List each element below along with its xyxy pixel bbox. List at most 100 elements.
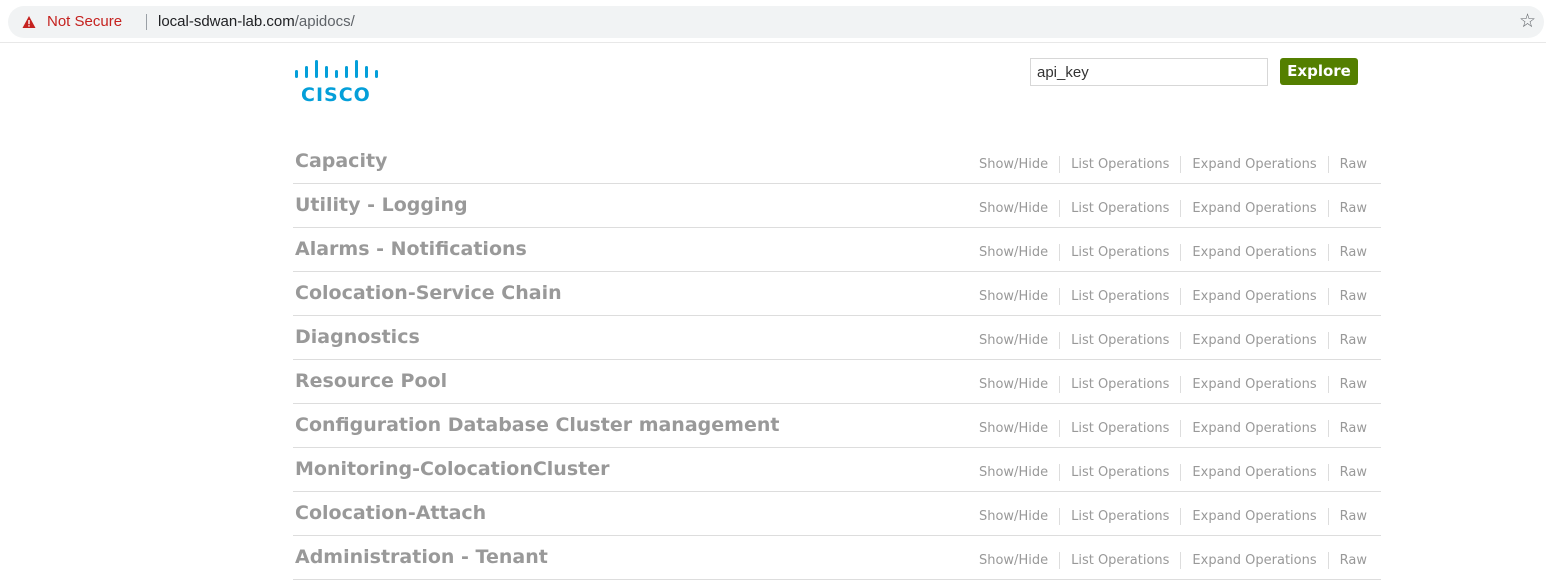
show-hide-link[interactable]: Show/Hide <box>979 157 1048 173</box>
resource-operations: Show/Hide List Operations Expand Operation… <box>979 156 1367 173</box>
resource-operations: Show/Hide List Operations Expand Operation… <box>979 200 1367 217</box>
operation-separator <box>1059 420 1061 437</box>
expand-operations-link[interactable]: Expand Operations <box>1192 289 1316 305</box>
resource-operations: Show/Hide List Operations Expand Operation… <box>979 552 1367 569</box>
operation-separator <box>1327 200 1329 217</box>
list-operations-link[interactable]: List Operations <box>1071 245 1169 261</box>
expand-operations-link[interactable]: Expand Operations <box>1192 509 1316 525</box>
show-hide-link[interactable]: Show/Hide <box>979 421 1048 437</box>
show-hide-link[interactable]: Show/Hide <box>979 509 1048 525</box>
expand-operations-link[interactable]: Expand Operations <box>1192 201 1316 217</box>
toolbar-divider <box>0 42 1546 43</box>
resource-row: Capacity Show/Hide List Operations Expand O… <box>293 140 1381 184</box>
list-operations-link[interactable]: List Operations <box>1071 465 1169 481</box>
operation-separator <box>1059 552 1061 569</box>
bookmark-star-icon[interactable]: ☆ <box>1519 12 1536 32</box>
resource-row: Administration - Tenant Show/Hide List Ope… <box>293 536 1381 580</box>
raw-link[interactable]: Raw <box>1340 421 1367 437</box>
operation-separator <box>1180 464 1182 481</box>
show-hide-link[interactable]: Show/Hide <box>979 333 1048 349</box>
raw-link[interactable]: Raw <box>1340 245 1367 261</box>
list-operations-link[interactable]: List Operations <box>1071 377 1169 393</box>
operation-separator <box>1059 508 1061 525</box>
operation-separator <box>1180 156 1182 173</box>
resource-row: Colocation-Service Chain Show/Hide List Op… <box>293 272 1381 316</box>
show-hide-link[interactable]: Show/Hide <box>979 201 1048 217</box>
list-operations-link[interactable]: List Operations <box>1071 157 1169 173</box>
operation-separator <box>1180 288 1182 305</box>
cisco-logo: CISCO <box>293 58 393 108</box>
url-text[interactable]: local-sdwan-lab.com/apidocs/ <box>158 13 355 31</box>
raw-link[interactable]: Raw <box>1340 157 1367 173</box>
expand-operations-link[interactable]: Expand Operations <box>1192 421 1316 437</box>
operation-separator <box>1327 332 1329 349</box>
raw-link[interactable]: Raw <box>1340 289 1367 305</box>
raw-link[interactable]: Raw <box>1340 201 1367 217</box>
resource-title[interactable]: Configuration Database Cluster managemen… <box>295 414 779 436</box>
resource-operations: Show/Hide List Operations Expand Operation… <box>979 332 1367 349</box>
resource-title[interactable]: Utility - Logging <box>295 194 468 216</box>
list-operations-link[interactable]: List Operations <box>1071 509 1169 525</box>
warning-triangle-icon[interactable] <box>22 15 36 29</box>
resource-title[interactable]: Diagnostics <box>295 326 420 348</box>
raw-link[interactable]: Raw <box>1340 465 1367 481</box>
expand-operations-link[interactable]: Expand Operations <box>1192 553 1316 569</box>
expand-operations-link[interactable]: Expand Operations <box>1192 333 1316 349</box>
show-hide-link[interactable]: Show/Hide <box>979 289 1048 305</box>
expand-operations-link[interactable]: Expand Operations <box>1192 377 1316 393</box>
operation-separator <box>1059 464 1061 481</box>
list-operations-link[interactable]: List Operations <box>1071 553 1169 569</box>
show-hide-link[interactable]: Show/Hide <box>979 245 1048 261</box>
resource-operations: Show/Hide List Operations Expand Operation… <box>979 420 1367 437</box>
show-hide-link[interactable]: Show/Hide <box>979 377 1048 393</box>
operation-separator <box>1327 156 1329 173</box>
operation-separator <box>1180 200 1182 217</box>
raw-link[interactable]: Raw <box>1340 553 1367 569</box>
raw-link[interactable]: Raw <box>1340 333 1367 349</box>
address-divider <box>146 14 147 30</box>
list-operations-link[interactable]: List Operations <box>1071 421 1169 437</box>
operation-separator <box>1059 376 1061 393</box>
resource-operations: Show/Hide List Operations Expand Operation… <box>979 376 1367 393</box>
url-host: local-sdwan-lab.com <box>158 13 295 30</box>
resource-row: Diagnostics Show/Hide List Operations Expan… <box>293 316 1381 360</box>
operation-separator <box>1180 332 1182 349</box>
operation-separator <box>1180 508 1182 525</box>
address-bar[interactable]: Not Secure local-sdwan-lab.com/apidocs/ … <box>8 6 1544 38</box>
operation-separator <box>1059 332 1061 349</box>
show-hide-link[interactable]: Show/Hide <box>979 465 1048 481</box>
operation-separator <box>1180 376 1182 393</box>
show-hide-link[interactable]: Show/Hide <box>979 553 1048 569</box>
list-operations-link[interactable]: List Operations <box>1071 289 1169 305</box>
resource-title[interactable]: Administration - Tenant <box>295 546 548 568</box>
expand-operations-link[interactable]: Expand Operations <box>1192 157 1316 173</box>
resource-title[interactable]: Alarms - Notifications <box>295 238 527 260</box>
operation-separator <box>1180 244 1182 261</box>
operation-separator <box>1059 288 1061 305</box>
operation-separator <box>1327 244 1329 261</box>
operation-separator <box>1180 420 1182 437</box>
resource-title[interactable]: Colocation-Attach <box>295 502 486 524</box>
list-operations-link[interactable]: List Operations <box>1071 333 1169 349</box>
resource-title[interactable]: Monitoring-ColocationCluster <box>295 458 609 480</box>
not-secure-label[interactable]: Not Secure <box>47 13 122 31</box>
operation-separator <box>1059 200 1061 217</box>
raw-link[interactable]: Raw <box>1340 509 1367 525</box>
resource-row: Colocation-Attach Show/Hide List Operation… <box>293 492 1381 536</box>
resource-operations: Show/Hide List Operations Expand Operation… <box>979 244 1367 261</box>
api-key-input[interactable] <box>1030 58 1268 86</box>
expand-operations-link[interactable]: Expand Operations <box>1192 245 1316 261</box>
expand-operations-link[interactable]: Expand Operations <box>1192 465 1316 481</box>
operation-separator <box>1180 552 1182 569</box>
resource-title[interactable]: Capacity <box>295 150 387 172</box>
resource-title[interactable]: Colocation-Service Chain <box>295 282 562 304</box>
resource-list: Capacity Show/Hide List Operations Expand O… <box>293 140 1381 580</box>
raw-link[interactable]: Raw <box>1340 377 1367 393</box>
list-operations-link[interactable]: List Operations <box>1071 201 1169 217</box>
url-path: /apidocs/ <box>294 13 355 30</box>
explore-button[interactable]: Explore <box>1280 58 1358 85</box>
resource-title[interactable]: Resource Pool <box>295 370 447 392</box>
cisco-bars-icon <box>295 60 378 78</box>
operation-separator <box>1327 508 1329 525</box>
resource-operations: Show/Hide List Operations Expand Operation… <box>979 508 1367 525</box>
